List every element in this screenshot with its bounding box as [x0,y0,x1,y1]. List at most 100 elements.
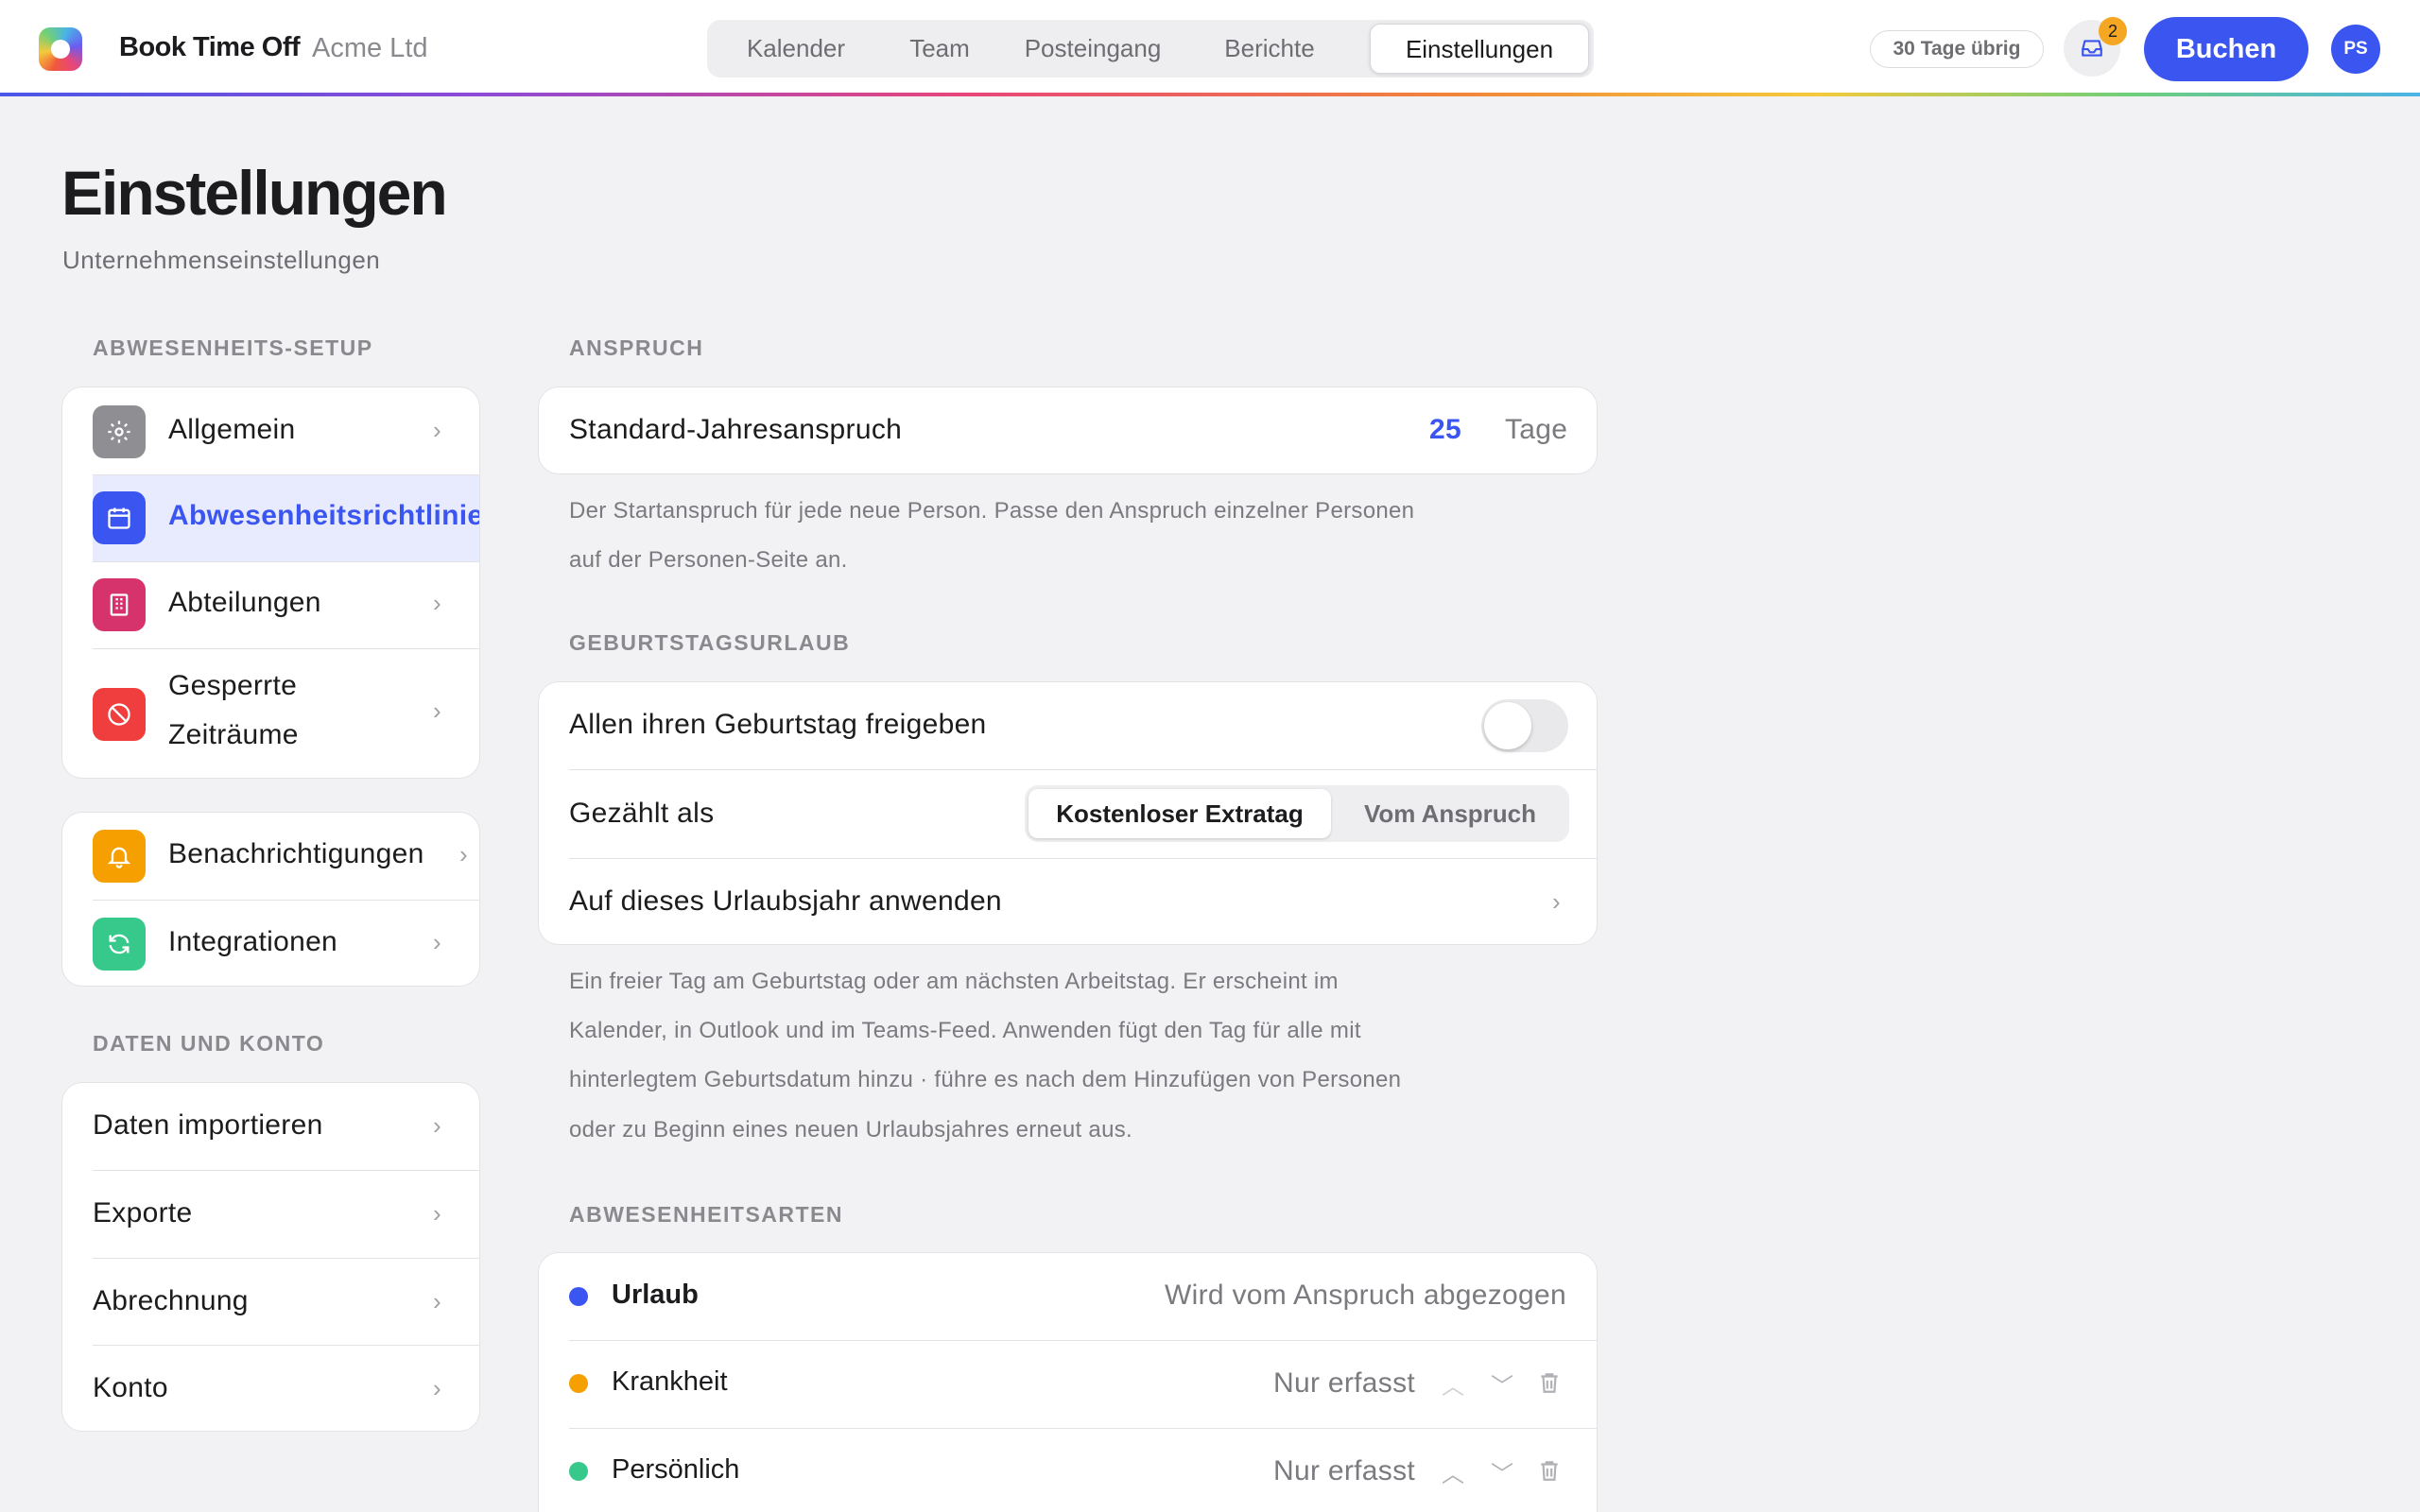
absence-type-name: Persönlich [612,1454,740,1485]
entitlement-value-input[interactable]: 25 [1429,414,1461,446]
chevron-right-icon: › [459,840,468,868]
sidebar-group-setup: Allgemein › Abwesenheitsrichtlinie Abtei… [61,387,480,779]
company-name: Acme Ltd [312,33,428,63]
apply-to-year-row[interactable]: Auf dieses Urlaubsjahr anwenden › [539,859,1597,944]
entitlement-unit: Tage [1505,414,1568,445]
page-title: Einstellungen [61,158,448,228]
section-abwesenheitsarten: ABWESENHEITSARTEN [569,1202,844,1227]
chevron-right-icon: › [433,928,441,956]
chevron-right-icon: › [433,1287,441,1315]
tab-posteingang[interactable]: Posteingang [998,24,1187,74]
sidebar-item-integrationen[interactable]: Integrationen › [62,901,479,986]
move-up-icon[interactable]: ︿ [1442,1367,1464,1400]
birthday-help-line1: Ein freier Tag am Geburtstag oder am näc… [569,969,1339,994]
sidebar-item-label-line2: Zeiträume [168,719,299,750]
sidebar-item-daten-importieren[interactable]: Daten importieren › [62,1083,479,1170]
chevron-right-icon: › [433,416,441,444]
absence-type-row[interactable]: Persönlich Nur erfasst ︿ ﹀ [539,1429,1597,1512]
sidebar-group-data: Daten importieren › Exporte › Abrechnung… [61,1082,480,1432]
seg-vom-anspruch[interactable]: Vom Anspruch [1335,789,1565,838]
birthday-toggle-label: Allen ihren Geburtstag freigeben [569,709,987,740]
absence-types-card: Urlaub Wird vom Anspruch abgezogen Krank… [538,1252,1598,1512]
page-subtitle: Unternehmenseinstellungen [62,246,381,274]
header-accent-line [0,93,2420,96]
entitlement-help-line1: Der Startanspruch für jede neue Person. … [569,498,1415,524]
sidebar-item-gesperrte-zeitraeume[interactable]: Gesperrte Zeiträume › [62,649,479,778]
trash-icon[interactable] [1537,1457,1562,1488]
calendar-icon [93,491,146,544]
absence-type-mode[interactable]: Nur erfasst [1273,1455,1415,1487]
birthday-help-line3: hinterlegtem Geburtsdatum hinzu · führe … [569,1067,1402,1092]
birthday-toggle-row: Allen ihren Geburtstag freigeben [539,682,1597,769]
gear-icon [93,405,146,458]
brand-name: Book Time Off [119,32,301,62]
seg-kostenloser-extratag[interactable]: Kostenloser Extratag [1028,789,1331,838]
top-bar: Book Time Off Acme Ltd Kalender Team Pos… [0,0,2420,96]
counted-as-label: Gezählt als [569,798,715,829]
sidebar-item-benachrichtigungen[interactable]: Benachrichtigungen › [62,813,479,900]
chevron-right-icon: › [433,1111,441,1140]
bell-icon [93,830,146,883]
birthday-toggle[interactable] [1481,699,1568,752]
tab-kalender[interactable]: Kalender [711,24,881,74]
sidebar-item-abrechnung[interactable]: Abrechnung › [62,1259,479,1346]
tab-einstellungen[interactable]: Einstellungen [1370,24,1589,74]
move-down-icon[interactable]: ﹀ [1491,1455,1513,1488]
birthday-counted-row: Gezählt als Kostenloser Extratag Vom Ans… [539,770,1597,858]
days-left-badge: 30 Tage übrig [1870,30,2044,68]
sidebar-item-label: Abrechnung [93,1285,249,1316]
section-anspruch: ANSPRUCH [569,335,704,360]
main-nav-tabs: Kalender Team Posteingang Berichte Einst… [707,20,1594,77]
sidebar-item-label: Abwesenheitsrichtlinie [168,500,480,531]
trash-icon[interactable] [1537,1369,1562,1400]
color-dot [569,1374,588,1393]
sidebar-group-other: Benachrichtigungen › Integrationen › [61,812,480,987]
sidebar-section-setup: ABWESENHEITS-SETUP [93,335,373,360]
absence-type-row[interactable]: Urlaub Wird vom Anspruch abgezogen [539,1253,1597,1340]
birthday-card: Allen ihren Geburtstag freigeben Gezählt… [538,681,1598,945]
sidebar-item-label: Konto [93,1372,168,1403]
absence-type-mode[interactable]: Wird vom Anspruch abgezogen [1165,1280,1566,1312]
blocked-icon [93,688,146,741]
apply-to-year-label: Auf dieses Urlaubsjahr anwenden [569,885,1002,917]
sidebar-item-abwesenheitsrichtlinie[interactable]: Abwesenheitsrichtlinie [62,475,479,561]
tab-team[interactable]: Team [883,24,996,74]
sidebar-section-data: DATEN UND KONTO [93,1031,325,1056]
chevron-right-icon: › [433,589,441,617]
move-down-icon[interactable]: ﹀ [1491,1367,1513,1400]
chevron-right-icon: › [433,1374,441,1402]
app-logo-icon[interactable] [39,27,82,71]
absence-type-mode[interactable]: Nur erfasst [1273,1367,1415,1400]
birthday-help-line4: oder zu Beginn eines neuen Urlaubsjahres… [569,1117,1132,1143]
absence-type-name: Krankheit [612,1366,728,1397]
sidebar-item-label: Gesperrte [168,670,298,701]
counted-as-segmented-control: Kostenloser Extratag Vom Anspruch [1025,785,1569,842]
absence-type-name: Urlaub [612,1280,699,1310]
user-avatar[interactable]: PS [2331,25,2380,74]
chevron-right-icon: › [1552,887,1561,916]
color-dot [569,1287,588,1306]
move-up-icon[interactable]: ︿ [1442,1455,1464,1488]
toggle-knob [1484,702,1531,749]
color-dot [569,1462,588,1481]
sidebar-item-label: Exporte [93,1197,193,1228]
chevron-right-icon: › [433,696,441,725]
entitlement-help-line2: auf der Personen-Seite an. [569,547,848,573]
sync-icon [93,918,146,971]
sidebar-item-abteilungen[interactable]: Abteilungen › [62,562,479,648]
birthday-help-line2: Kalender, in Outlook und im Teams-Feed. … [569,1018,1361,1043]
sidebar-item-label: Integrationen [168,926,338,957]
absence-type-row[interactable]: Krankheit Nur erfasst ︿ ﹀ [539,1341,1597,1428]
entitlement-label: Standard-Jahresanspruch [569,414,903,445]
sidebar-item-label: Allgemein [168,414,296,445]
building-icon [93,578,146,631]
sidebar-item-exporte[interactable]: Exporte › [62,1171,479,1258]
entitlement-card: Standard-Jahresanspruch 25 Tage [538,387,1598,474]
section-geburtstagsurlaub: GEBURTSTAGSURLAUB [569,630,851,655]
tab-berichte[interactable]: Berichte [1189,24,1350,74]
sidebar-item-allgemein[interactable]: Allgemein › [62,387,479,474]
sidebar-item-label: Daten importieren [93,1109,323,1141]
inbox-count-badge: 2 [2099,17,2127,45]
sidebar-item-konto[interactable]: Konto › [62,1346,479,1431]
book-button[interactable]: Buchen [2144,17,2308,81]
